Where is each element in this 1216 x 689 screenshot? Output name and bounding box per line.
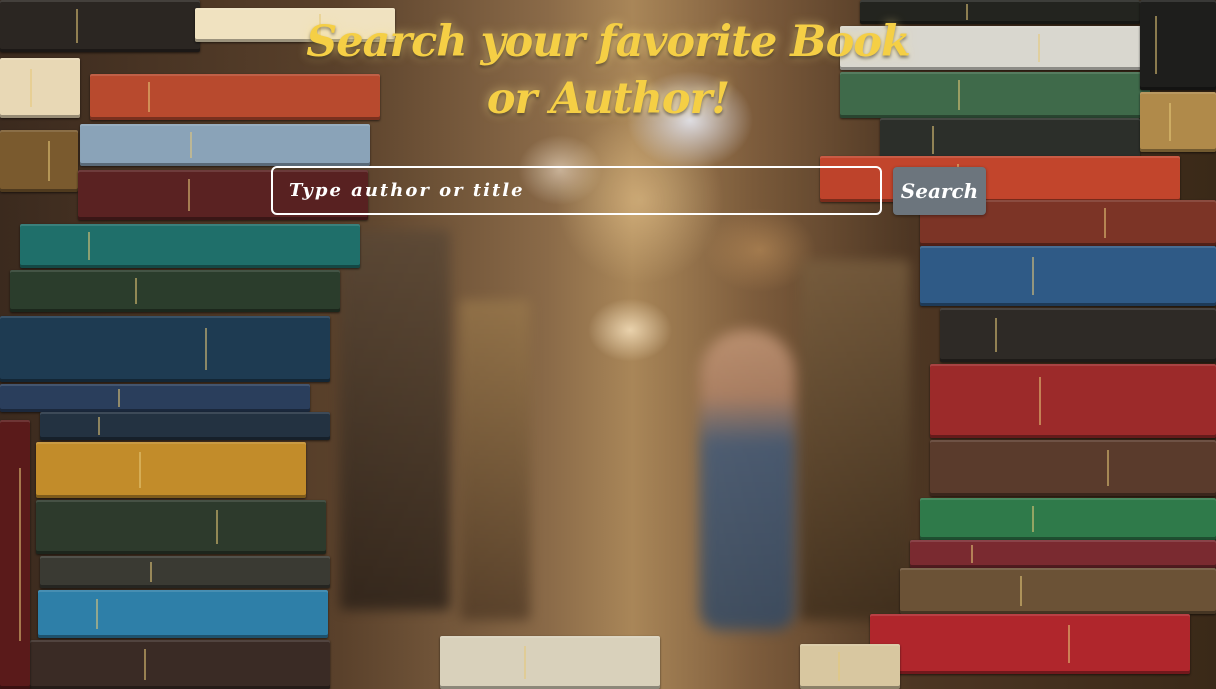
book	[40, 556, 330, 588]
search-form: Search	[271, 166, 991, 216]
book	[930, 440, 1216, 496]
book	[36, 442, 306, 498]
book	[940, 308, 1216, 362]
book	[38, 590, 328, 638]
book	[930, 364, 1216, 438]
search-button[interactable]: Search	[893, 167, 986, 215]
book	[920, 498, 1216, 540]
book	[40, 412, 330, 440]
book	[920, 246, 1216, 306]
book	[800, 644, 900, 689]
book	[1140, 0, 1216, 90]
book	[36, 500, 326, 554]
book	[30, 640, 330, 689]
book	[10, 270, 340, 312]
book	[870, 614, 1190, 674]
blurred-shelf	[460, 300, 530, 620]
book	[0, 384, 310, 412]
book	[20, 224, 360, 268]
book	[440, 636, 660, 689]
book	[0, 58, 80, 118]
book	[0, 316, 330, 382]
book	[80, 124, 370, 166]
book	[910, 540, 1216, 568]
book	[0, 420, 30, 689]
search-input[interactable]	[271, 166, 882, 215]
book	[1140, 92, 1216, 152]
page-title: Search your favorite Book or Author!	[306, 17, 911, 124]
book	[0, 130, 78, 192]
book	[0, 0, 200, 52]
book	[900, 568, 1216, 614]
